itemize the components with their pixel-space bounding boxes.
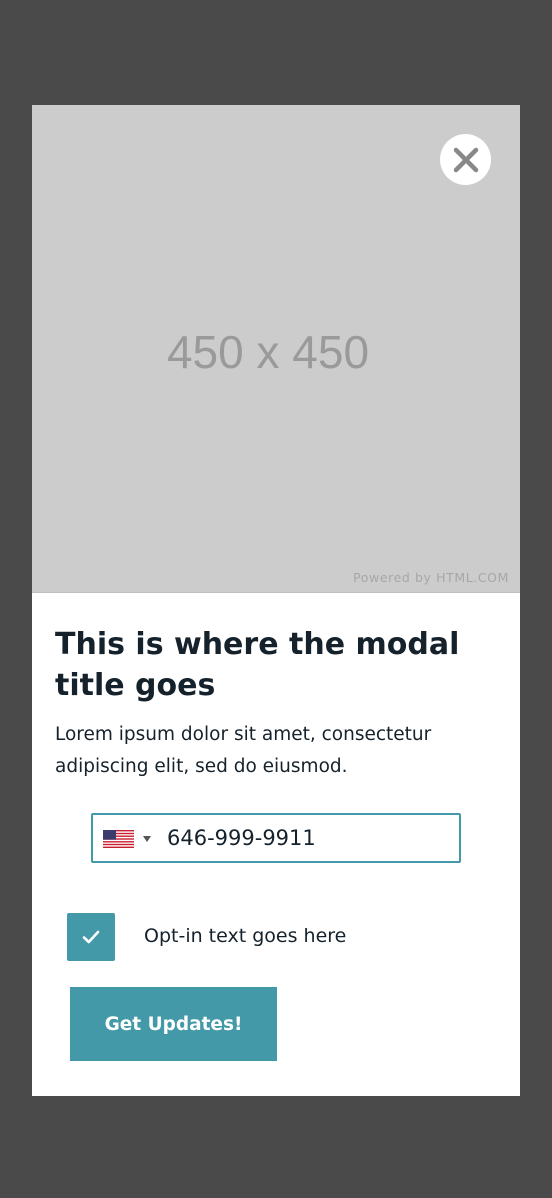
- hero-image-placeholder: 450 x 450 Powered by HTML.COM: [32, 105, 520, 593]
- phone-input[interactable]: [167, 819, 447, 857]
- close-button[interactable]: [440, 134, 491, 185]
- modal-backdrop[interactable]: 450 x 450 Powered by HTML.COM This is wh…: [0, 0, 552, 1198]
- checkmark-icon: [82, 930, 100, 944]
- modal-dialog: 450 x 450 Powered by HTML.COM This is wh…: [32, 105, 520, 1096]
- optin-checkbox[interactable]: [67, 913, 115, 961]
- get-updates-button[interactable]: Get Updates!: [70, 987, 277, 1061]
- us-flag-icon: [103, 830, 134, 848]
- hero-image-size-label: 450 x 450: [166, 326, 370, 378]
- modal-description: Lorem ipsum dolor sit amet, consectetur …: [55, 724, 432, 777]
- close-icon: [453, 147, 478, 172]
- phone-field: [91, 813, 461, 863]
- country-code-select[interactable]: [103, 829, 151, 849]
- chevron-down-icon: [143, 836, 151, 842]
- hero-image-credit: Powered by HTML.COM: [353, 570, 509, 585]
- modal-title: This is where the modal title goes: [55, 627, 460, 703]
- optin-label: Opt-in text goes here: [144, 925, 347, 947]
